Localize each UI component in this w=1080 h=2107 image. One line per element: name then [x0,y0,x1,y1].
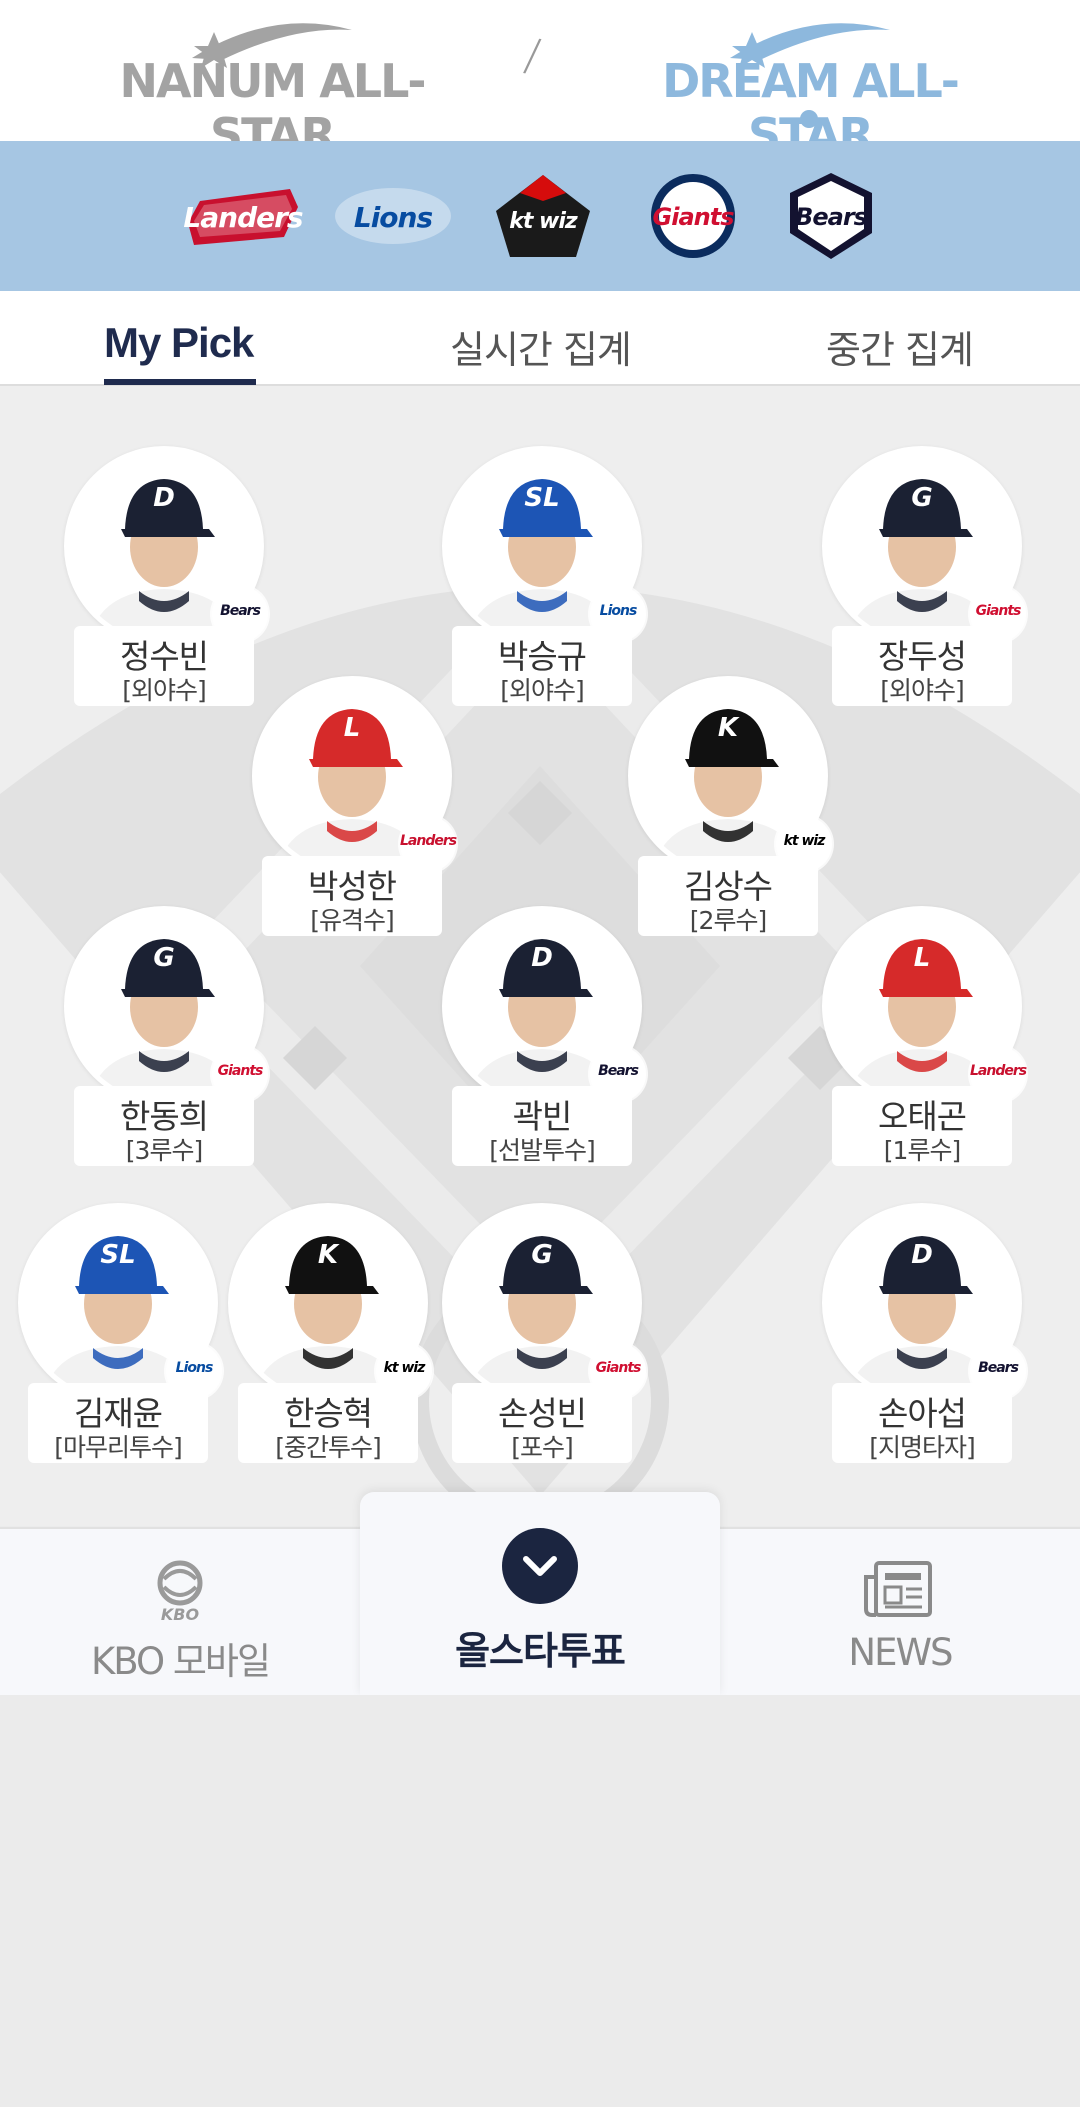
team-name: Giants [652,203,735,231]
tab-realtime-tally[interactable]: 실시간 집계 [450,319,632,374]
vote-label: 올스타투표 [455,1629,626,1673]
baseball-field: D Bears 정수빈 [외야수] SL Lions 박승규 [외야수] G Giants 장두성[… [0,386,1080,1526]
cap-logo: L [913,943,931,973]
header: NANUM ALL-STAR / DREAM ALL-STAR [0,0,1080,162]
player-card[interactable]: Kkt wiz 김상수 [2루수] [628,676,832,946]
nav-kbo-mobile[interactable]: KBO KBO 모바일 [60,1529,300,1697]
team-badge-text: kt wiz [383,1360,426,1376]
allstar-vote-button[interactable]: 올스타투표 [360,1492,720,1695]
team-badge-text: Giants [595,1360,642,1376]
player-namecard: 박승규 [외야수] [452,626,632,706]
nav-kbo-label: KBO 모바일 [90,1640,271,1683]
player-namecard: 김재윤 [마무리투수] [28,1383,208,1463]
tab-my-pick[interactable]: My Pick [104,319,254,367]
team-name: Lions [353,201,433,234]
player-card[interactable]: D Bears 정수빈 [외야수] [64,446,268,716]
player-card[interactable]: G Giants 장두성 [외야수] [822,446,1026,716]
tab-interim-tally[interactable]: 중간 집계 [826,319,974,374]
cap-logo: SL [100,1240,136,1270]
player-namecard: 김상수 [2루수] [638,856,818,936]
vote-circle [502,1528,578,1604]
player-position: [마무리투수] [54,1433,183,1462]
player-namecard: 한승혁 [중간투수] [238,1383,418,1463]
team-logo-strip: Landers Lions kt wiz Giants Bears [0,141,1080,291]
team-name: kt wiz [509,209,577,234]
selected-indicator-dot [800,110,818,128]
player-namecard: 박성한 [유격수] [262,856,442,936]
player-position: [유격수] [310,906,395,935]
team-badge-text: Landers [970,1063,1027,1079]
player-namecard: 오태곤 [1루수] [832,1086,1012,1166]
cap-logo: L [343,713,361,743]
cap-logo: G [531,1240,553,1270]
player-position: [3루수] [125,1136,203,1165]
cap-logo: D [153,483,175,513]
team-lions[interactable]: Lions [330,171,456,261]
player-card[interactable]: SL Lions 김재윤 [마무리투수] [18,1203,222,1473]
player-namecard: 손성빈 [포수] [452,1383,632,1463]
team-badge-text: Giants [217,1063,264,1079]
player-card[interactable]: D Bears 손아섭 [지명타자] [822,1203,1026,1473]
team-badge-text: Landers [400,833,457,849]
team-badge-text: Bears [978,1360,1019,1376]
team-badge-text: Lions [175,1360,214,1376]
cap-logo: D [531,943,553,973]
logo-divider: / [521,29,544,82]
team-badge-text: Bears [598,1063,639,1079]
nav-news-label: NEWS [848,1631,953,1674]
cap-logo: G [911,483,933,513]
player-card[interactable]: L Landers 오태곤 [1루수] [822,906,1027,1176]
player-position: [외야수] [122,676,207,705]
player-card[interactable]: G Giants 한동희 [3루수] [64,906,268,1176]
cap-logo: K [717,713,739,743]
player-position: [1루수] [883,1136,961,1165]
team-ktwiz[interactable]: kt wiz [480,171,606,261]
player-position: [중간투수] [275,1433,382,1462]
kbo-logo-icon [157,1560,203,1606]
player-namecard: 손아섭 [지명타자] [832,1383,1012,1463]
team-badge-text: Giants [975,603,1022,619]
active-tab-indicator [104,379,256,385]
team-landers[interactable]: Landers [180,171,306,261]
newspaper-icon [864,1561,932,1617]
cap-logo: K [317,1240,339,1270]
kbo-icon-text: KBO [160,1605,200,1624]
player-position: [외야수] [880,676,965,705]
team-bears[interactable]: Bears [768,171,894,261]
team-giants[interactable]: Giants [630,171,756,261]
blank-area [0,1695,1080,2107]
player-position: [지명타자] [869,1433,976,1462]
team-badge-text: Bears [220,603,261,619]
player-position: [선발투수] [489,1136,596,1165]
player-card[interactable]: Kkt wiz 한승혁 [중간투수] [228,1203,432,1473]
chevron-down-icon [523,1556,557,1576]
player-namecard: 정수빈 [외야수] [74,626,254,706]
nanum-allstar-logo[interactable]: NANUM ALL-STAR [112,18,432,162]
cap-logo: SL [524,483,560,513]
player-namecard: 장두성 [외야수] [832,626,1012,706]
player-position: [포수] [511,1433,574,1462]
player-card[interactable]: L Landers 박성한 [유격수] [252,676,457,946]
player-card[interactable]: G Giants 손성빈 [포수] [442,1203,646,1473]
cap-logo: D [911,1240,933,1270]
player-position: [외야수] [500,676,585,705]
team-badge-text: kt wiz [783,833,826,849]
team-name: Landers [183,201,303,234]
dream-allstar-logo[interactable]: DREAM ALL-STAR [650,18,970,162]
player-namecard: 한동희 [3루수] [74,1086,254,1166]
player-namecard: 곽빈 [선발투수] [452,1086,632,1166]
cap-logo: G [153,943,175,973]
tab-bar: My Pick 실시간 집계 중간 집계 [0,291,1080,386]
team-name: Bears [795,203,868,231]
team-badge-text: Lions [599,603,638,619]
nav-news[interactable]: NEWS [780,1529,1020,1697]
player-position: [2루수] [689,906,767,935]
player-card[interactable]: D Bears 곽빈 [선발투수] [442,906,646,1176]
player-card[interactable]: SL Lions 박승규 [외야수] [442,446,646,716]
